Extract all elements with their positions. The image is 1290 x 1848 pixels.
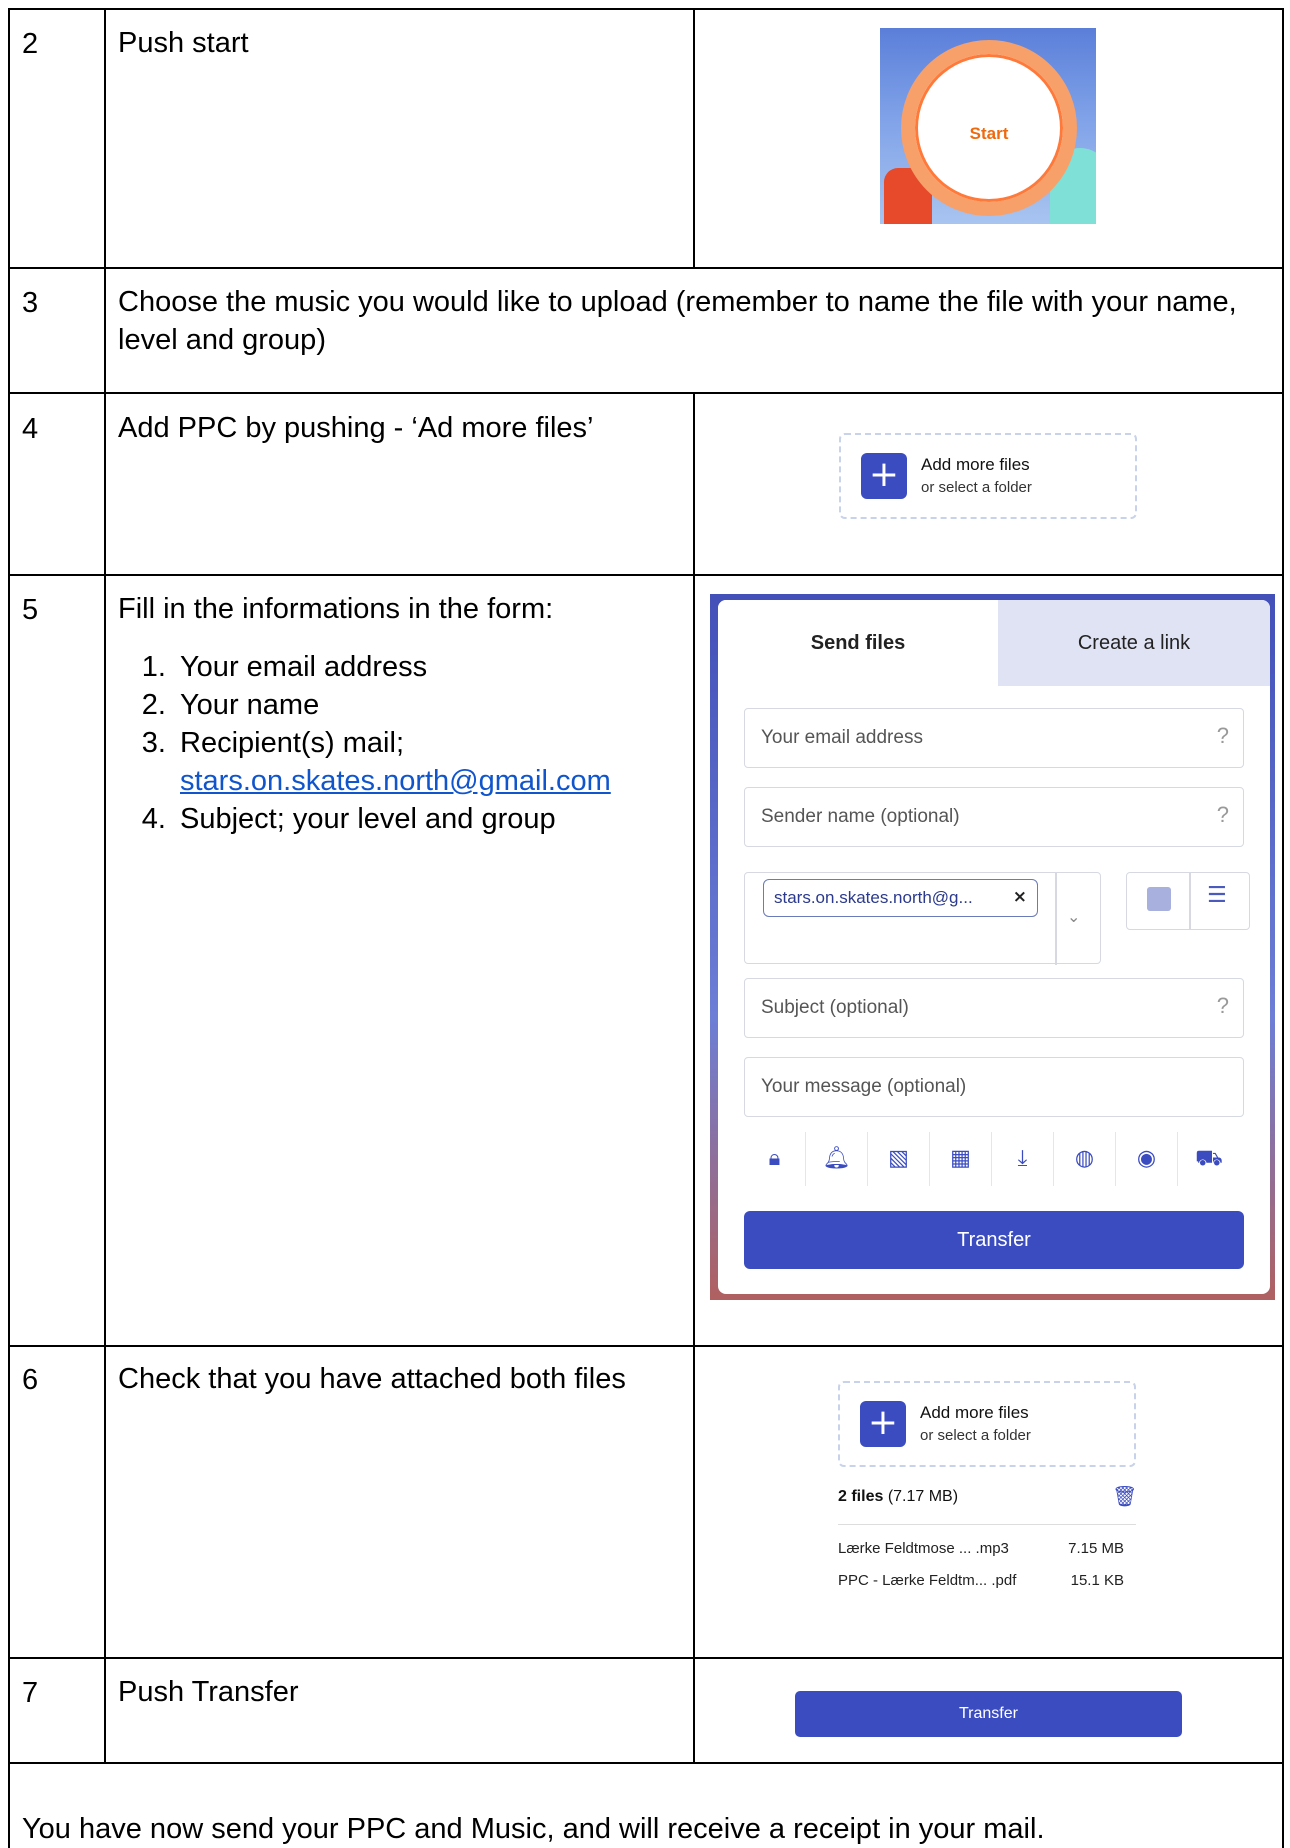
divider xyxy=(838,1524,1136,1525)
options-bar: 🔒︎ 🔔︎ ▧ ▦ ⤓ ◍ ◉ ⛟ xyxy=(744,1132,1244,1186)
step-text: Push start xyxy=(118,27,249,59)
tab-send-files[interactable]: Send files xyxy=(718,600,998,686)
plus-icon: + xyxy=(860,1401,906,1447)
col-divider xyxy=(693,8,695,269)
file-name: PPC - Lærke Feldtm... .pdf xyxy=(838,1572,1017,1589)
row-divider xyxy=(8,1657,1284,1659)
start-button[interactable]: Start xyxy=(901,40,1077,216)
message-field[interactable]: Your message (optional) xyxy=(744,1057,1244,1117)
col-divider xyxy=(693,392,695,1764)
chevron-down-icon[interactable]: ⌄ xyxy=(1067,907,1080,926)
help-icon[interactable]: ? xyxy=(1217,993,1229,1019)
recipient-chip-text: stars.on.skates.north@g... xyxy=(774,888,973,907)
list-item: Your email address xyxy=(174,648,611,686)
recipient-chip: stars.on.skates.north@g... × xyxy=(763,879,1038,917)
eye-icon[interactable]: ◉ xyxy=(1116,1132,1178,1186)
subject-placeholder: Subject (optional) xyxy=(761,997,909,1018)
list-item: Recipient(s) mail; stars.on.skates.north@… xyxy=(174,724,611,800)
remove-recipient-icon[interactable]: × xyxy=(1013,887,1027,907)
list-item-text: Subject; your level and group xyxy=(180,803,556,835)
sender-name-field[interactable]: Sender name (optional) ? xyxy=(744,787,1244,847)
row-number: 2 xyxy=(22,28,39,60)
trash-icon[interactable]: 🗑︎ xyxy=(1112,1484,1137,1508)
divider xyxy=(1189,873,1191,929)
file-size: 7.15 MB xyxy=(1068,1540,1124,1557)
add-files-subtitle: or select a folder xyxy=(921,479,1032,496)
table-border-left xyxy=(8,8,10,1848)
recipient-email-link[interactable]: stars.on.skates.north@gmail.com xyxy=(180,765,611,797)
files-total-size: (7.17 MB) xyxy=(887,1488,959,1505)
list-item: Subject; your level and group xyxy=(174,800,611,838)
sender-placeholder: Sender name (optional) xyxy=(761,806,960,827)
step-text: Choose the music you would like to uploa… xyxy=(118,286,1237,356)
row-divider xyxy=(8,267,1284,269)
email-placeholder: Your email address xyxy=(761,727,923,748)
message-placeholder: Your message (optional) xyxy=(761,1076,967,1097)
start-label: Start xyxy=(969,124,1009,143)
row-number: 6 xyxy=(22,1364,39,1396)
step-text: Push Transfer xyxy=(118,1676,299,1708)
help-icon[interactable]: ? xyxy=(1217,723,1229,749)
list-item-text: Recipient(s) mail; xyxy=(180,727,404,759)
row-divider xyxy=(8,574,1284,576)
form-steps-list: Your email address Your name Recipient(s… xyxy=(132,648,611,838)
list-icon: ☰ xyxy=(1207,883,1227,908)
lock-icon[interactable]: 🔒︎ xyxy=(744,1132,806,1186)
step-text: Check that you have attached both files xyxy=(118,1363,626,1395)
row-number: 3 xyxy=(22,287,39,319)
add-files-button[interactable]: + Add more files or select a folder xyxy=(839,433,1137,519)
email-field[interactable]: Your email address ? xyxy=(744,708,1244,768)
step-text: Add PPC by pushing - ‘Ad more files’ xyxy=(118,412,594,444)
row-divider xyxy=(8,392,1284,394)
divider xyxy=(1055,873,1057,965)
tab-create-link[interactable]: Create a link xyxy=(998,600,1270,686)
file-name: Lærke Feldtmose ... .mp3 xyxy=(838,1540,1009,1557)
contacts-button[interactable]: ☰ xyxy=(1126,872,1250,930)
recipients-field[interactable]: stars.on.skates.north@g... × ⌄ xyxy=(744,872,1101,965)
start-screenshot: Start xyxy=(880,28,1096,224)
row-divider xyxy=(8,1345,1284,1347)
add-files-button[interactable]: + Add more files or select a folder xyxy=(838,1381,1136,1467)
table-border-right xyxy=(1282,8,1284,1848)
globe-icon[interactable]: ◍ xyxy=(1054,1132,1116,1186)
step-text: Fill in the informations in the form: xyxy=(118,593,554,625)
add-files-title: Add more files xyxy=(921,455,1030,474)
download-icon[interactable]: ⤓ xyxy=(992,1132,1054,1186)
table-border-top xyxy=(8,8,1284,10)
add-files-subtitle: or select a folder xyxy=(920,1427,1031,1444)
list-item-text: Your name xyxy=(180,689,320,721)
file-size: 15.1 KB xyxy=(1070,1572,1124,1589)
help-icon[interactable]: ? xyxy=(1217,802,1229,828)
row-number: 4 xyxy=(22,413,39,445)
cart-icon[interactable]: ⛟ xyxy=(1178,1132,1240,1186)
calendar-icon[interactable]: ▦ xyxy=(930,1132,992,1186)
files-summary: 2 files (7.17 MB) xyxy=(838,1488,958,1506)
subject-field[interactable]: Subject (optional) ? xyxy=(744,978,1244,1038)
row-divider xyxy=(8,1762,1284,1764)
bell-icon[interactable]: 🔔︎ xyxy=(806,1132,868,1186)
files-count: 2 files xyxy=(838,1488,884,1505)
image-icon[interactable]: ▧ xyxy=(868,1132,930,1186)
row-number: 5 xyxy=(22,594,39,626)
row-number: 7 xyxy=(22,1677,39,1709)
footer-note: You have now send your PPC and Music, an… xyxy=(22,1813,1045,1845)
transfer-button[interactable]: Transfer xyxy=(744,1211,1244,1269)
transfer-form-screenshot: Send files Create a link Your email addr… xyxy=(710,594,1275,1300)
add-files-title: Add more files xyxy=(920,1403,1029,1422)
list-item-text: Your email address xyxy=(180,651,428,683)
contact-card-icon xyxy=(1147,887,1171,911)
transfer-form: Send files Create a link Your email addr… xyxy=(718,600,1270,1294)
transfer-button[interactable]: Transfer xyxy=(795,1691,1182,1737)
list-item: Your name xyxy=(174,686,611,724)
col-divider xyxy=(104,8,106,1764)
plus-icon: + xyxy=(861,453,907,499)
